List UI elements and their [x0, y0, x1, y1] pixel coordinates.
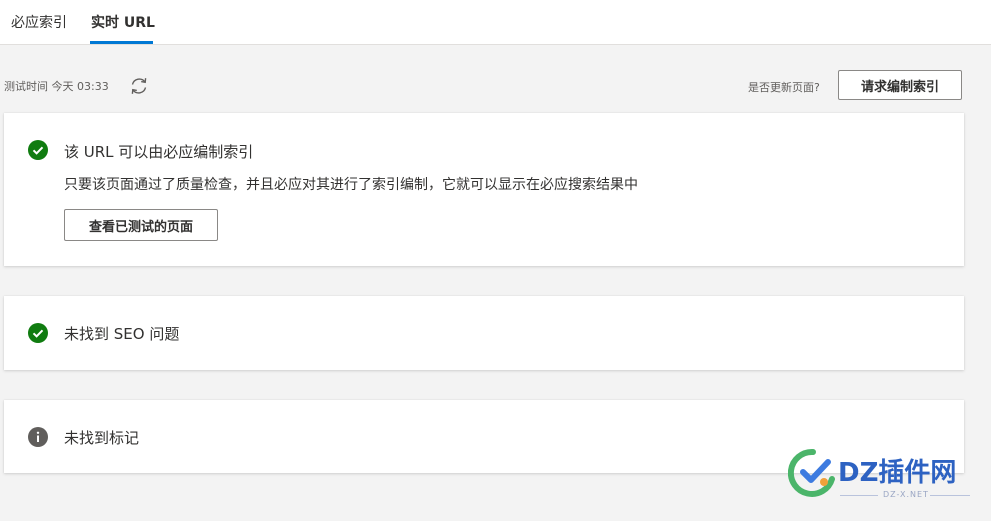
- active-tab-indicator: [90, 41, 153, 44]
- indexability-card: 该 URL 可以由必应编制索引 只要该页面通过了质量检查，并且必应对其进行了索引…: [4, 113, 964, 266]
- view-tested-page-button[interactable]: 查看已测试的页面: [64, 209, 218, 241]
- watermark-brand: DZ插件网: [838, 458, 957, 488]
- watermark-domain: DZ-X.NET: [883, 490, 929, 499]
- card-title: 该 URL 可以由必应编制索引: [64, 143, 254, 161]
- refresh-icon[interactable]: [128, 75, 150, 97]
- tab-bar: 必应索引 实时 URL: [0, 0, 991, 45]
- card-title: 未找到标记: [64, 429, 140, 447]
- watermark-logo: DZ插件网 DZ-X.NET: [788, 448, 978, 508]
- card-description: 只要该页面通过了质量检查，并且必应对其进行了索引编制，它就可以显示在必应搜索结果…: [64, 177, 638, 193]
- success-check-icon: [28, 140, 48, 160]
- card-title: 未找到 SEO 问题: [64, 325, 180, 343]
- watermark-logo-icon: [788, 448, 835, 497]
- tab-bing-index[interactable]: 必应索引: [11, 12, 67, 32]
- test-time-text: 测试时间 今天 03:33: [4, 80, 109, 93]
- request-indexing-button[interactable]: 请求编制索引: [838, 70, 962, 100]
- info-icon: [28, 427, 48, 447]
- test-info-bar: 测试时间 今天 03:33 是否更新页面? 请求编制索引: [0, 70, 991, 102]
- tab-live-url[interactable]: 实时 URL: [91, 12, 155, 32]
- update-page-question: 是否更新页面?: [748, 81, 820, 94]
- success-check-icon: [28, 323, 48, 343]
- seo-issues-card: 未找到 SEO 问题: [4, 296, 964, 370]
- watermark-divider: [930, 495, 970, 496]
- watermark-divider: [840, 495, 878, 496]
